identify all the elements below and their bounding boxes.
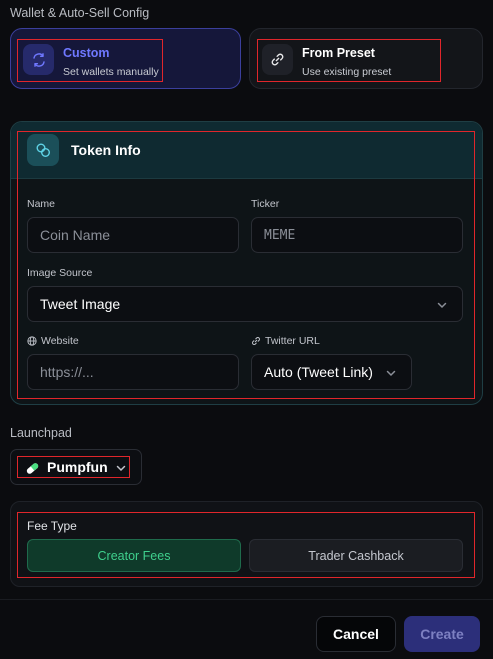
token-info-panel: Token Info Name Coin Name Ticker MEME Im…: [10, 121, 483, 405]
create-button[interactable]: Create: [404, 616, 480, 652]
launchpad-select[interactable]: Pumpfun: [10, 449, 142, 485]
twitter-url-value: Auto (Tweet Link): [264, 364, 373, 380]
coins-icon: [27, 134, 59, 166]
twitter-url-select[interactable]: Auto (Tweet Link): [251, 354, 412, 390]
creator-fees-button[interactable]: Creator Fees: [27, 539, 241, 572]
twitter-url-label: Twitter URL: [251, 335, 320, 347]
section-title: Wallet & Auto-Sell Config: [10, 6, 150, 20]
website-label: Website: [27, 335, 79, 347]
launchpad-value: Pumpfun: [47, 459, 108, 475]
chevron-down-icon: [386, 370, 396, 377]
chevron-down-icon: [437, 302, 447, 309]
mode-custom-subtitle: Set wallets manually: [63, 66, 159, 78]
link-icon: [262, 44, 293, 75]
mode-custom-title: Custom: [63, 46, 110, 60]
mode-preset-title: From Preset: [302, 46, 375, 60]
trader-cashback-button[interactable]: Trader Cashback: [249, 539, 463, 572]
token-info-header: Token Info: [11, 122, 482, 179]
link-icon: [252, 337, 260, 345]
token-info-title: Token Info: [71, 142, 141, 158]
name-input[interactable]: Coin Name: [27, 217, 239, 253]
footer-divider: [0, 599, 493, 600]
chevron-down-icon: [116, 465, 126, 472]
website-input[interactable]: https://...: [27, 354, 239, 390]
image-source-value: Tweet Image: [40, 296, 121, 312]
pill-icon: [26, 463, 39, 474]
launchpad-label: Launchpad: [10, 426, 72, 440]
mode-preset-card[interactable]: From Preset Use existing preset: [249, 28, 483, 89]
shuffle-icon: [23, 44, 54, 75]
name-label: Name: [27, 198, 56, 210]
globe-icon: [27, 336, 37, 346]
cancel-button[interactable]: Cancel: [316, 616, 396, 652]
ticker-label: Ticker: [251, 198, 280, 210]
mode-custom-card[interactable]: Custom Set wallets manually: [10, 28, 241, 89]
image-source-select[interactable]: Tweet Image: [27, 286, 463, 322]
ticker-input[interactable]: MEME: [251, 217, 463, 253]
fee-type-label: Fee Type: [27, 519, 77, 533]
mode-preset-subtitle: Use existing preset: [302, 66, 392, 78]
image-source-label: Image Source: [27, 267, 93, 279]
